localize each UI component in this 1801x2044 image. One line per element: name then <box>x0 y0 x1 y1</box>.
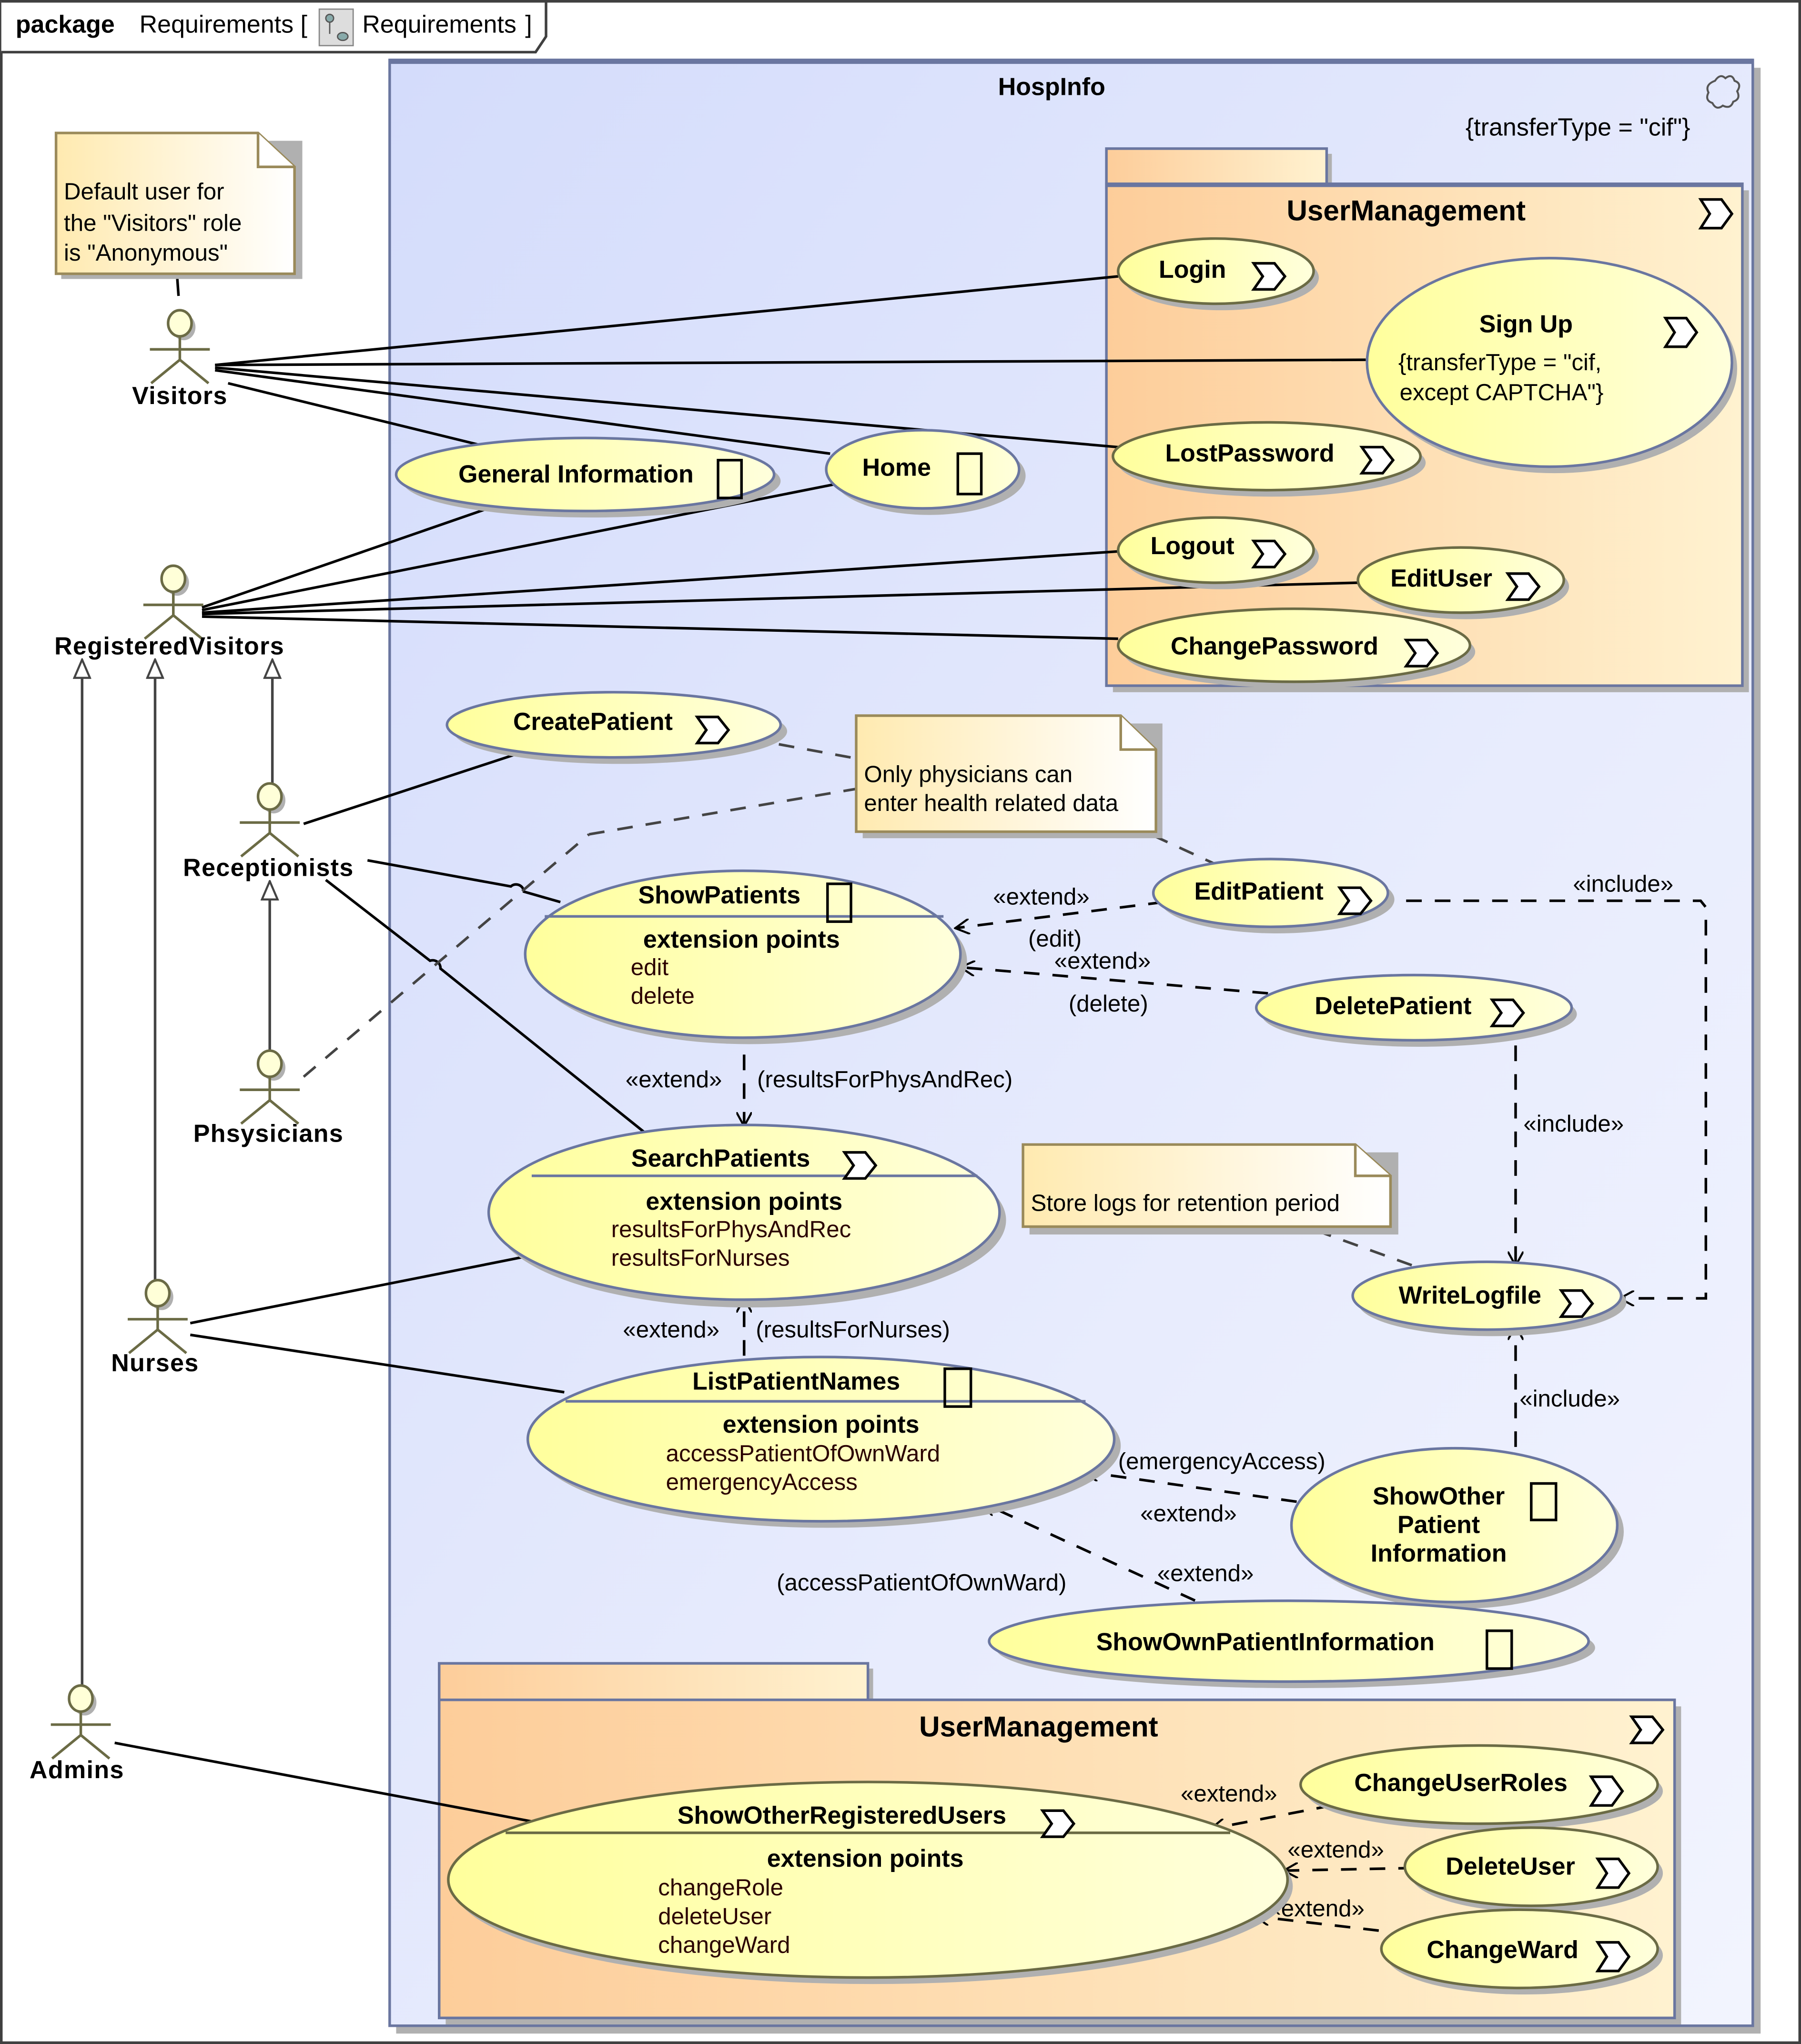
label-extend: «extend» <box>626 1066 722 1093</box>
package-title: UserManagement <box>1286 194 1526 226</box>
svg-text:Patient: Patient <box>1397 1511 1480 1538</box>
svg-text:EditPatient: EditPatient <box>1194 878 1323 905</box>
label-include: «include» <box>1519 1386 1620 1412</box>
frame-keyword: package <box>16 10 115 38</box>
svg-text:ChangeWard: ChangeWard <box>1427 1936 1578 1963</box>
use-case-diagram-icon <box>318 8 354 47</box>
svg-text:SearchPatients: SearchPatients <box>631 1145 810 1173</box>
label-extend: «extend» <box>1157 1560 1254 1587</box>
svg-text:DeleteUser: DeleteUser <box>1446 1852 1575 1880</box>
svg-text:extension points: extension points <box>646 1188 842 1215</box>
svg-text:ChangePassword: ChangePassword <box>1171 632 1378 660</box>
use-case-change-password[interactable]: ChangePassword <box>1117 607 1476 688</box>
label-extend: «extend» <box>1140 1500 1237 1527</box>
label-nurses-condition: (resultsForNurses) <box>756 1316 950 1343</box>
label-extend: «extend» <box>623 1316 719 1343</box>
use-case-show-other-registered-users[interactable]: ShowOtherRegisteredUsers extension point… <box>447 1781 1293 1984</box>
use-case-delete-patient[interactable]: DeletePatient <box>1255 973 1577 1047</box>
actor-name: Phsysicians <box>193 1120 344 1148</box>
svg-text:DeletePatient: DeletePatient <box>1315 992 1471 1020</box>
use-case-list-patient-names[interactable]: ListPatientNames extension points access… <box>526 1356 1121 1528</box>
label-include: «include» <box>1523 1111 1624 1137</box>
actor-name: Receptionists <box>183 854 354 882</box>
svg-text:Home: Home <box>862 454 931 482</box>
svg-text:LostPassword: LostPassword <box>1165 440 1334 467</box>
use-case-show-own-patient-information[interactable]: ShowOwnPatientInformation <box>988 1599 1595 1689</box>
svg-text:Sign Up: Sign Up <box>1479 311 1573 338</box>
svg-text:WriteLogfile: WriteLogfile <box>1399 1282 1541 1309</box>
use-case-diagram: package Requirements [ Requirements ] Ho… <box>0 0 1801 2044</box>
svg-text:is "Anonymous": is "Anonymous" <box>64 240 228 266</box>
svg-text:Only physicians can: Only physicians can <box>864 761 1073 788</box>
label-emergency-condition: (emergencyAccess) <box>1118 1448 1325 1474</box>
svg-text:enter health related data: enter health related data <box>864 790 1118 816</box>
svg-text:Information: Information <box>1371 1540 1507 1568</box>
label-phys-rec-condition: (resultsForPhysAndRec) <box>757 1066 1012 1093</box>
label-extend: «extend» <box>1181 1781 1277 1807</box>
use-case-write-logfile[interactable]: WriteLogfile <box>1351 1260 1627 1336</box>
note-store-logs[interactable]: Store logs for retention period <box>1022 1143 1398 1234</box>
actor-name: RegisteredVisitors <box>54 632 284 660</box>
label-delete-condition: (delete) <box>1069 991 1148 1017</box>
svg-text:delete: delete <box>631 983 695 1009</box>
use-case-lost-password[interactable]: LostPassword <box>1112 421 1426 497</box>
svg-text:EditUser: EditUser <box>1390 565 1492 592</box>
svg-text:resultsForPhysAndRec: resultsForPhysAndRec <box>611 1216 851 1242</box>
use-case-change-user-roles[interactable]: ChangeUserRoles <box>1299 1744 1663 1831</box>
svg-text:{transferType = "cif,: {transferType = "cif, <box>1398 349 1602 375</box>
svg-text:extension points: extension points <box>723 1411 920 1438</box>
svg-text:Logout: Logout <box>1151 532 1234 560</box>
svg-text:accessPatientOfOwnWard: accessPatientOfOwnWard <box>666 1440 940 1467</box>
actor-name: Nurses <box>111 1349 199 1377</box>
actor-name: Admins <box>30 1756 124 1784</box>
svg-text:ShowOwnPatientInformation: ShowOwnPatientInformation <box>1096 1629 1435 1656</box>
svg-text:edit: edit <box>631 954 669 980</box>
actor-name: Visitors <box>132 382 228 410</box>
svg-text:ShowOtherRegisteredUsers: ShowOtherRegisteredUsers <box>678 1802 1006 1830</box>
svg-text:changeRole: changeRole <box>658 1874 783 1901</box>
svg-text:Login: Login <box>1159 256 1226 283</box>
svg-text:ShowPatients: ShowPatients <box>638 881 800 909</box>
use-case-create-patient[interactable]: CreatePatient <box>445 691 788 764</box>
svg-text:resultsForNurses: resultsForNurses <box>611 1245 790 1271</box>
svg-text:ShowOther: ShowOther <box>1373 1482 1505 1510</box>
svg-text:ListPatientNames: ListPatientNames <box>692 1368 900 1396</box>
svg-text:the "Visitors" role: the "Visitors" role <box>64 210 242 236</box>
label-own-ward-condition: (accessPatientOfOwnWard) <box>777 1569 1066 1596</box>
package-title: UserManagement <box>919 1710 1158 1742</box>
svg-text:changeWard: changeWard <box>658 1932 790 1958</box>
system-title: HospInfo <box>998 73 1105 101</box>
svg-text:deleteUser: deleteUser <box>658 1903 771 1929</box>
svg-text:ChangeUserRoles: ChangeUserRoles <box>1354 1769 1568 1797</box>
svg-text:emergencyAccess: emergencyAccess <box>666 1469 858 1495</box>
use-case-delete-user[interactable]: DeleteUser <box>1403 1826 1663 1912</box>
svg-text:General Information: General Information <box>458 460 694 488</box>
use-case-general-information[interactable]: General Information <box>395 436 781 518</box>
system-constraint: {transferType = "cif"} <box>1466 114 1690 142</box>
svg-text:extension points: extension points <box>643 926 840 953</box>
frame-name: Requirements [ <box>140 10 308 38</box>
label-extend: «extend» <box>1287 1837 1384 1863</box>
frame-close-bracket: ] <box>525 10 532 38</box>
note-default-user[interactable]: Default user for the "Visitors" role is … <box>54 132 303 279</box>
label-include: «include» <box>1573 870 1673 897</box>
svg-text:CreatePatient: CreatePatient <box>513 708 673 736</box>
svg-text:extension points: extension points <box>767 1845 964 1872</box>
svg-text:Store logs for retention perio: Store logs for retention period <box>1031 1190 1340 1216</box>
use-case-search-patients[interactable]: SearchPatients extension points resultsF… <box>487 1123 1006 1308</box>
frame-diagram-name: Requirements <box>362 10 516 38</box>
svg-text:Default user for: Default user for <box>64 179 224 205</box>
svg-text:except CAPTCHA"}: except CAPTCHA"} <box>1400 379 1604 405</box>
use-case-change-ward[interactable]: ChangeWard <box>1380 1908 1663 1995</box>
label-extend: «extend» <box>1054 948 1151 974</box>
label-extend: «extend» <box>993 884 1090 910</box>
note-physicians-only[interactable]: Only physicians can enter health related… <box>855 714 1163 839</box>
